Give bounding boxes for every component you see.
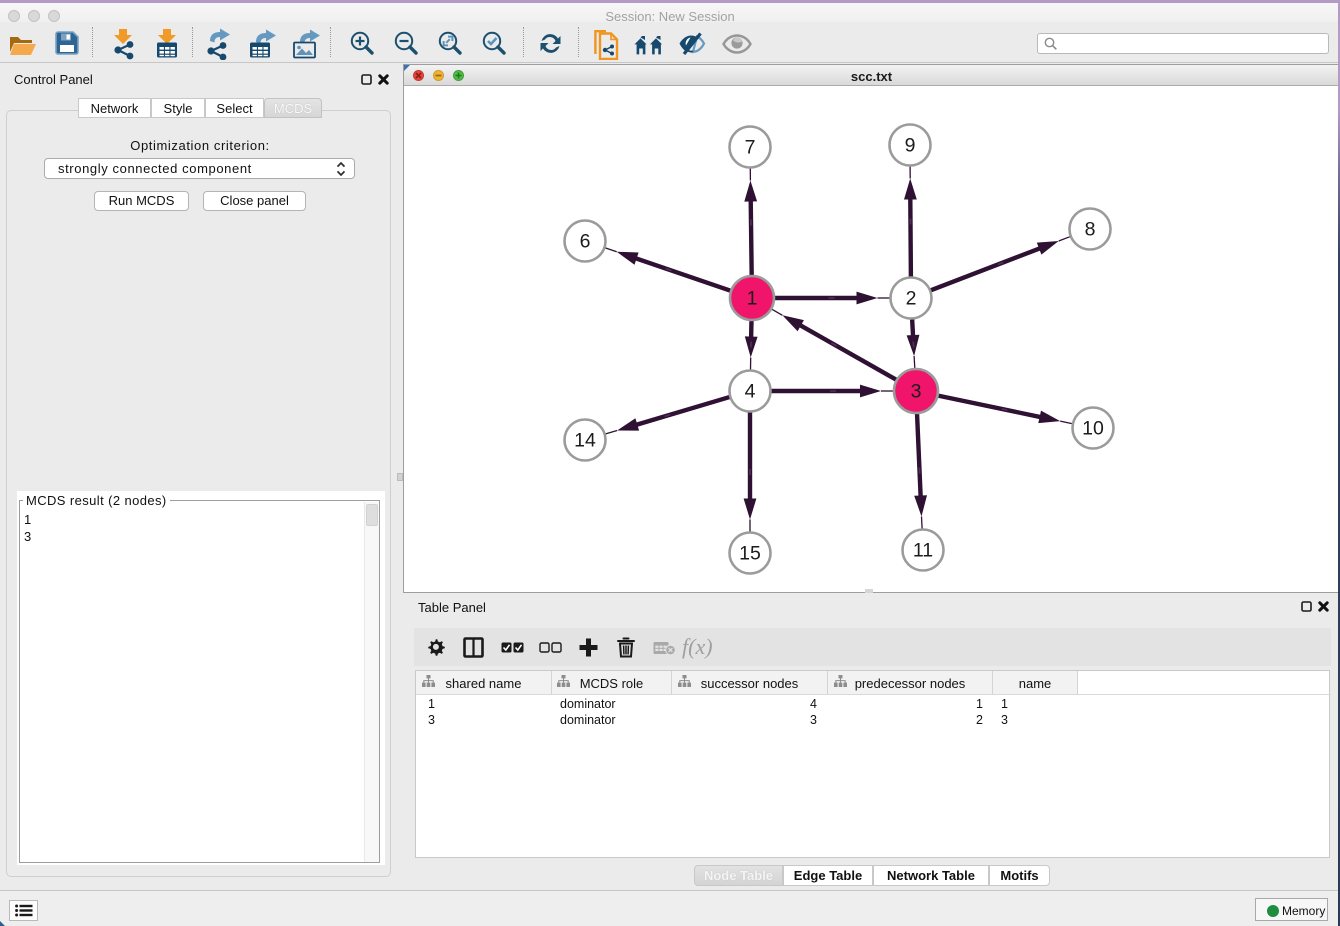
svg-text:3: 3 (911, 381, 922, 403)
svg-text:1: 1 (747, 288, 758, 310)
svg-text:9: 9 (905, 135, 916, 157)
svg-text:15: 15 (739, 543, 761, 565)
svg-text:10: 10 (1082, 418, 1104, 440)
svg-text:4: 4 (745, 381, 756, 403)
svg-text:8: 8 (1085, 219, 1096, 241)
svg-text:11: 11 (913, 540, 933, 562)
svg-text:14: 14 (574, 430, 596, 452)
svg-text:6: 6 (580, 231, 591, 253)
svg-text:2: 2 (906, 288, 917, 310)
svg-text:7: 7 (745, 137, 756, 159)
